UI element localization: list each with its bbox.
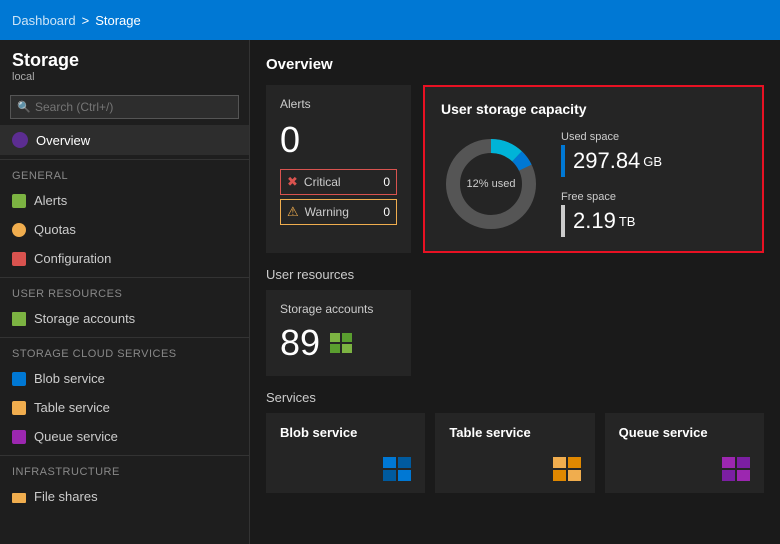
queue-service-icon [722,457,750,481]
queue-service-card[interactable]: Queue service [605,413,764,493]
sidebar: Storage local 🔍 Overview General Alerts [0,40,250,544]
sidebar-item-configuration[interactable]: Configuration [0,244,249,273]
search-input[interactable] [10,95,239,119]
table-icon [12,401,26,415]
services-grid: Blob service Table service [266,413,764,493]
sidebar-item-label: Alerts [34,193,67,208]
storage-accounts-label: Storage accounts [280,302,397,316]
storage-accounts-count: 89 [280,322,320,364]
used-bar [561,145,565,177]
alerts-icon [12,194,26,208]
sidebar-item-label: Table service [34,400,110,415]
used-space-row: 297.84 GB [561,145,662,177]
donut-percentage: 12% used [467,178,516,190]
sidebar-title: Storage [12,50,237,71]
search-icon: 🔍 [17,101,31,114]
donut-label: 12% used [467,178,516,190]
queue-icon-wrap [619,457,750,481]
critical-count: 0 [383,175,390,189]
used-unit: GB [643,154,662,169]
blob-service-icon [383,457,411,481]
sidebar-item-overview[interactable]: Overview [0,125,249,155]
storage-icon [12,312,26,326]
sidebar-item-blob-service[interactable]: Blob service [0,364,249,393]
alerts-count: 0 [280,119,397,161]
alerts-panel: Alerts 0 ✖ Critical 0 ⚠ Warning 0 [266,85,411,253]
section-general: General [0,159,249,186]
services-title: Services [266,390,764,405]
sidebar-header: Storage local [0,40,249,89]
warning-label: Warning [305,205,378,219]
sidebar-item-label: Overview [36,133,90,148]
sidebar-item-quotas[interactable]: Quotas [0,215,249,244]
breadcrumb-separator: > [82,13,90,28]
used-value: 297.84 [573,148,640,174]
table-service-icon [553,457,581,481]
free-space-row: 2.19 TB [561,205,662,237]
services-section: Services Blob service [266,390,764,493]
quotas-icon [12,223,26,237]
sidebar-item-label: Storage accounts [34,311,135,326]
free-space-label: Free space [561,191,662,203]
blob-icon-wrap [280,457,411,481]
overview-title: Overview [266,56,764,73]
warning-alert-row[interactable]: ⚠ Warning 0 [280,199,397,225]
used-space-stat: Used space 297.84 GB [561,131,662,177]
storage-accounts-count-row: 89 [280,322,397,364]
capacity-panel: User storage capacity 12% [423,85,764,253]
capacity-stats: Used space 297.84 GB Free space 2 [561,131,662,237]
free-value: 2.19 [573,208,616,234]
section-user-resources: User resources [0,277,249,304]
table-service-card[interactable]: Table service [435,413,594,493]
sidebar-search: 🔍 [0,89,249,125]
user-resources-title: User resources [266,267,764,282]
user-resources-section: User resources Storage accounts 89 [266,267,764,376]
alerts-label: Alerts [280,97,397,111]
table-service-title: Table service [449,425,580,440]
content-area: Overview Alerts 0 ✖ Critical 0 ⚠ Warning… [250,40,780,544]
overview-grid: Alerts 0 ✖ Critical 0 ⚠ Warning 0 User s… [266,85,764,253]
queue-service-title: Queue service [619,425,750,440]
queue-icon [12,430,26,444]
blob-icon [12,372,26,386]
folder-icon [12,493,26,503]
table-icon-wrap [449,457,580,481]
globe-icon [12,132,28,148]
critical-icon: ✖ [287,174,298,190]
sidebar-item-label: Queue service [34,429,118,444]
warning-count: 0 [383,205,390,219]
storage-accounts-icon [330,333,352,353]
section-infrastructure: Infrastructure [0,455,249,482]
capacity-title: User storage capacity [441,101,746,117]
configuration-icon [12,252,26,266]
section-cloud-services: Storage cloud services [0,337,249,364]
free-unit: TB [619,214,636,229]
sidebar-item-table-service[interactable]: Table service [0,393,249,422]
capacity-inner: 12% used Used space 297.84 GB [441,131,746,237]
sidebar-item-alerts[interactable]: Alerts [0,186,249,215]
sidebar-item-label: Blob service [34,371,105,386]
storage-accounts-card[interactable]: Storage accounts 89 [266,290,411,376]
used-space-label: Used space [561,131,662,143]
blob-service-card[interactable]: Blob service [266,413,425,493]
sidebar-item-label: Configuration [34,251,111,266]
donut-chart: 12% used [441,134,541,234]
sidebar-nav: Overview General Alerts Quotas Configura… [0,125,249,544]
free-bar [561,205,565,237]
critical-label: Critical [304,175,377,189]
sidebar-subtitle: local [12,71,237,83]
sidebar-item-label: File shares [34,489,98,504]
critical-alert-row[interactable]: ✖ Critical 0 [280,169,397,195]
warning-icon: ⚠ [287,204,299,220]
top-nav: Dashboard > Storage [0,0,780,40]
sidebar-item-file-shares[interactable]: File shares [0,482,249,511]
breadcrumb-dashboard[interactable]: Dashboard [12,13,76,28]
free-space-stat: Free space 2.19 TB [561,191,662,237]
sidebar-item-storage-accounts[interactable]: Storage accounts [0,304,249,333]
breadcrumb-current: Storage [95,13,141,28]
sidebar-item-label: Quotas [34,222,76,237]
sidebar-item-queue-service[interactable]: Queue service [0,422,249,451]
blob-service-title: Blob service [280,425,411,440]
